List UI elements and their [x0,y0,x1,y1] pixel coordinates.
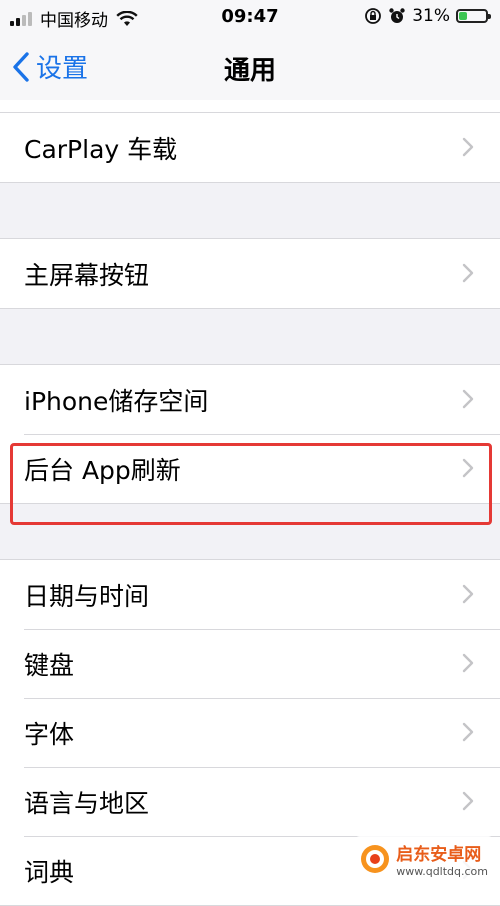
highlight-annotation [10,443,492,525]
row-label: 词典 [24,857,75,887]
battery-level-fill [459,12,467,20]
chevron-right-icon [462,791,474,811]
watermark-url: www.qdltdq.com [396,865,488,878]
settings-row-carplay[interactable]: CarPlay 车载 [0,113,500,182]
battery-percent: 31% [412,6,450,26]
settings-row-language-region[interactable]: 语言与地区 [0,767,500,836]
status-bar: 中国移动 09:47 31% [0,0,500,34]
watermark-name: 启东安卓网 [396,845,482,865]
site-watermark: 启东安卓网 www.qdltdq.com [354,836,494,882]
row-label: 字体 [24,719,75,749]
chevron-right-icon [462,137,474,157]
settings-row-date-time[interactable]: 日期与时间 [0,560,500,629]
settings-group-carplay: CarPlay 车载 [0,113,500,183]
settings-row-fonts[interactable]: 字体 [0,698,500,767]
page-title: 通用 [223,56,276,86]
battery-icon [456,9,491,23]
row-label: 主屏幕按钮 [24,260,150,290]
settings-group-home-button: 主屏幕按钮 [0,238,500,309]
settings-row-iphone-storage[interactable]: iPhone储存空间 [0,365,500,434]
settings-row-keyboard[interactable]: 键盘 [0,629,500,698]
row-label: 语言与地区 [24,788,150,818]
row-label: iPhone储存空间 [24,386,209,416]
alarm-icon [389,8,405,23]
watermark-logo-icon [361,845,390,873]
row-label: 键盘 [24,650,75,680]
list-top-edge [0,100,500,113]
chevron-right-icon [462,653,474,673]
settings-row-home-button[interactable]: 主屏幕按钮 [0,239,500,308]
chevron-right-icon [462,389,474,409]
orientation-lock-icon [365,8,382,24]
chevron-right-icon [462,722,474,742]
status-right: 31% [364,6,491,26]
chevron-right-icon [462,263,474,283]
row-label: 日期与时间 [24,581,150,611]
chevron-right-icon [462,584,474,604]
watermark-text: 启东安卓网 www.qdltdq.com [396,840,488,878]
row-label: CarPlay 车载 [24,134,178,164]
navigation-bar: 设置 通用 [0,34,500,101]
